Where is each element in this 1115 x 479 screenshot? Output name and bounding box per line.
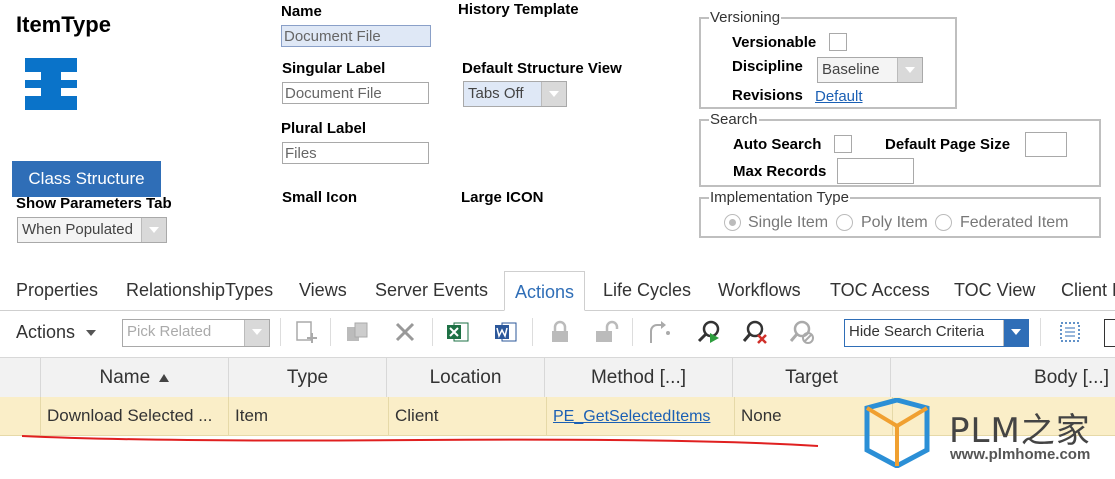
new-relationship-icon[interactable]	[292, 318, 320, 346]
chevron-down-icon	[141, 218, 166, 242]
unlock-icon[interactable]	[592, 318, 620, 346]
plural-label-label: Plural Label	[281, 120, 367, 137]
radio-federated-item[interactable]	[935, 214, 952, 231]
clear-search-icon[interactable]	[741, 318, 769, 346]
max-records-label: Max Records	[733, 163, 827, 180]
discipline-select[interactable]: Baseline	[817, 57, 923, 83]
revisions-link[interactable]: Default	[815, 88, 863, 105]
col-name-header[interactable]: Name	[41, 358, 229, 398]
chevron-down-icon	[1003, 320, 1028, 346]
implementation-type-legend: Implementation Type	[709, 189, 850, 206]
delete-icon[interactable]	[391, 318, 419, 346]
search-mode-value: Hide Search Criteria	[849, 323, 985, 340]
tab-relationshiptypes[interactable]: RelationshipTypes	[126, 270, 273, 310]
default-structure-view-select[interactable]: Tabs Off	[463, 81, 567, 107]
default-page-size-input[interactable]	[1025, 132, 1067, 157]
pick-related-select[interactable]: Pick Related	[122, 319, 270, 347]
show-parameters-tab-select[interactable]: When Populated	[17, 217, 167, 243]
col-body-header[interactable]: Body [...]	[891, 358, 1115, 398]
grid-header-select	[0, 358, 41, 398]
singular-label-input[interactable]: Document File	[282, 82, 429, 104]
default-structure-view-value: Tabs Off	[468, 85, 524, 102]
lock-icon[interactable]	[546, 318, 574, 346]
tab-toc-view[interactable]: TOC View	[954, 270, 1035, 310]
default-page-size-label: Default Page Size	[885, 136, 1011, 153]
promote-icon[interactable]	[645, 318, 673, 346]
class-structure-button[interactable]: Class Structure	[12, 161, 161, 197]
auto-search-checkbox[interactable]	[834, 135, 852, 153]
annotation-underline	[21, 435, 819, 447]
column-select-icon[interactable]	[1056, 318, 1084, 346]
chevron-down-icon	[897, 58, 922, 82]
page-title: ItemType	[16, 12, 111, 37]
discipline-value: Baseline	[822, 61, 880, 78]
watermark-brand: PLM之家	[949, 411, 1091, 451]
col-location-header[interactable]: Location	[387, 358, 545, 398]
radio-poly-item-label: Poly Item	[861, 214, 928, 231]
grid-header: Name Type Location Method [...] Target B…	[0, 357, 1115, 399]
versionable-label: Versionable	[732, 34, 817, 51]
plmhome-logo-icon	[862, 397, 932, 469]
default-structure-view-label: Default Structure View	[462, 60, 622, 77]
show-parameters-tab-value: When Populated	[22, 221, 133, 238]
tab-client-events[interactable]: Client E	[1061, 270, 1115, 310]
radio-poly-item[interactable]	[836, 214, 853, 231]
small-icon-label: Small Icon	[282, 189, 358, 206]
col-target-header[interactable]: Target	[733, 358, 891, 398]
col-method-header[interactable]: Method [...]	[545, 358, 733, 398]
chevron-down-icon	[244, 320, 269, 346]
search-legend: Search	[709, 111, 759, 128]
plural-label-input[interactable]: Files	[282, 142, 429, 164]
history-template-label: History Template	[458, 1, 579, 18]
tab-workflows[interactable]: Workflows	[718, 270, 801, 310]
tab-actions[interactable]: Actions	[504, 271, 585, 311]
radio-single-item-label: Single Item	[748, 214, 829, 231]
tab-toc-access[interactable]: TOC Access	[830, 270, 930, 310]
discipline-label: Discipline	[732, 58, 803, 75]
run-search-icon[interactable]	[695, 318, 723, 346]
chevron-down-icon	[541, 82, 566, 106]
singular-label-label: Singular Label	[282, 60, 386, 77]
col-type-header[interactable]: Type	[229, 358, 387, 398]
large-icon-label: Large ICON	[461, 189, 544, 206]
tab-properties[interactable]: Properties	[16, 270, 98, 310]
relationship-tabs: Properties RelationshipTypes Views Serve…	[0, 270, 1115, 311]
pick-related-placeholder: Pick Related	[127, 323, 212, 340]
sort-asc-icon	[159, 373, 170, 382]
auto-search-label: Auto Search	[733, 136, 822, 153]
col-name-label: Name	[99, 367, 151, 388]
watermark-url: www.plmhome.com	[950, 446, 1091, 463]
search-mode-select[interactable]: Hide Search Criteria	[844, 319, 1029, 347]
actions-menu[interactable]: Actions	[16, 322, 97, 343]
revisions-label: Revisions	[732, 87, 803, 104]
tab-server-events[interactable]: Server Events	[375, 270, 488, 310]
tab-life-cycles[interactable]: Life Cycles	[603, 270, 691, 310]
word-export-icon[interactable]	[492, 318, 520, 346]
name-input[interactable]: Document File	[281, 25, 431, 47]
caret-down-icon	[86, 330, 97, 337]
itemtype-icon	[25, 58, 77, 110]
versioning-legend: Versioning	[709, 9, 782, 26]
method-link[interactable]: PE_GetSelectedItems	[553, 408, 710, 425]
actions-menu-label: Actions	[16, 322, 76, 342]
overflow-toolbar-box[interactable]	[1104, 319, 1115, 347]
pick-replace-icon[interactable]	[343, 318, 371, 346]
radio-single-item[interactable]	[724, 214, 741, 231]
search-options-icon[interactable]	[788, 318, 816, 346]
versionable-checkbox[interactable]	[829, 33, 847, 51]
name-label: Name	[281, 3, 322, 20]
excel-export-icon[interactable]	[444, 318, 472, 346]
radio-federated-item-label: Federated Item	[960, 214, 1069, 231]
max-records-input[interactable]	[837, 158, 914, 184]
show-parameters-tab-label: Show Parameters Tab	[16, 195, 172, 212]
tab-views[interactable]: Views	[299, 270, 347, 310]
